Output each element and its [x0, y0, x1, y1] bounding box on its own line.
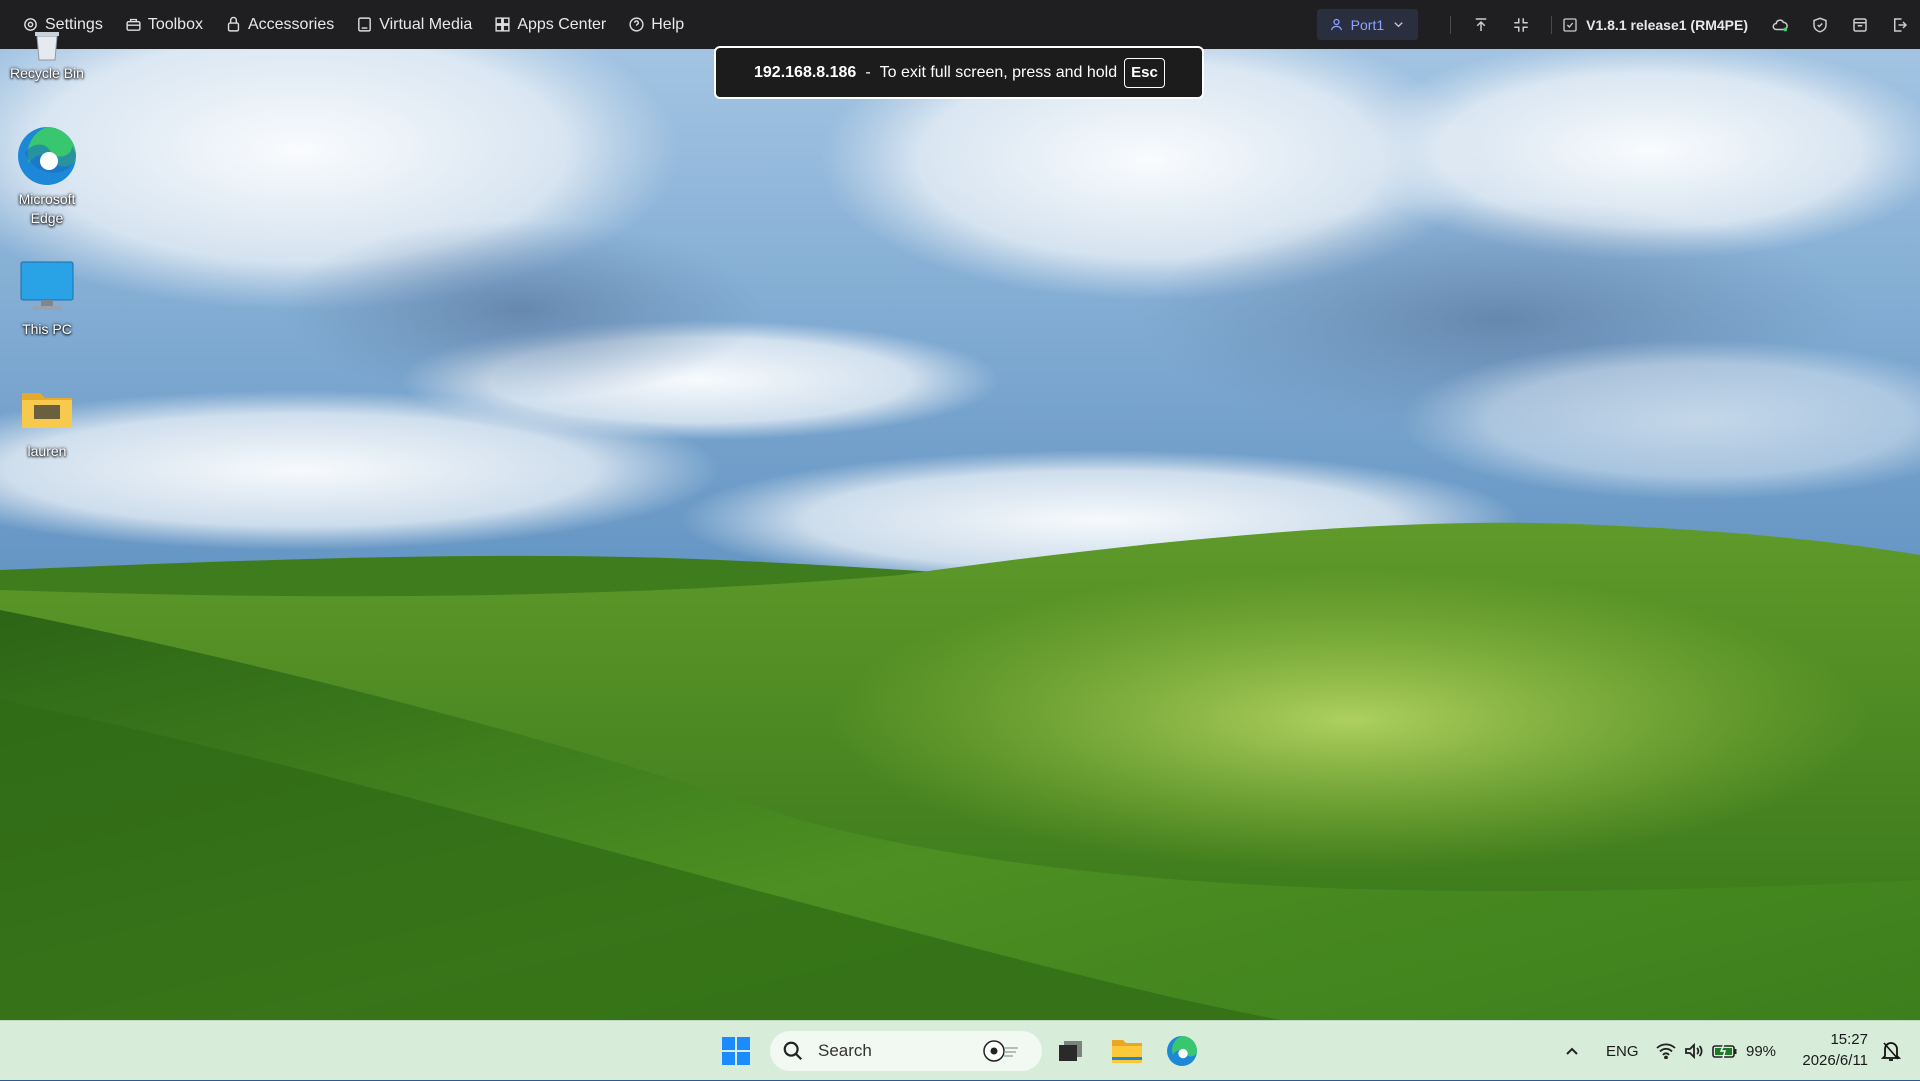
edge-icon [15, 124, 79, 188]
accessories-menu[interactable]: Accessories [225, 16, 334, 34]
desktop-icon-this-pc[interactable]: This PC [4, 254, 90, 339]
soccer-ball-icon [983, 1040, 1018, 1062]
task-view-icon [1059, 1041, 1082, 1061]
fullscreen-notice: 192.168.8.186 - To exit full screen, pre… [714, 46, 1204, 99]
version-label: V1.8.1 release1 (RM4PE) [1586, 16, 1748, 33]
taskbar-clock[interactable]: 15:27 2026/6/11 [1784, 1029, 1868, 1071]
apps-center-menu[interactable]: Apps Center [494, 16, 606, 34]
desktop-icon-edge[interactable]: Microsoft Edge [4, 124, 90, 228]
folder-icon [15, 376, 79, 440]
help-icon [629, 17, 644, 32]
monitor-icon [15, 254, 79, 318]
desktop-icon-lauren[interactable]: lauren [4, 376, 90, 461]
wifi-icon [1656, 1043, 1676, 1059]
desktop-icon-label: Microsoft Edge [18, 191, 76, 226]
accessories-icon [227, 16, 240, 32]
chevron-down-icon [1394, 22, 1403, 28]
window-button[interactable] [1840, 5, 1880, 45]
toolbox-icon [126, 18, 141, 31]
checkbox-icon [1563, 17, 1577, 32]
toolbar-divider [1551, 15, 1553, 34]
kvm-toolbar: Settings Toolbox Accessories Virtual Med… [0, 0, 1920, 49]
apps-icon [495, 17, 510, 32]
virtual-media-menu[interactable]: Virtual Media [356, 16, 472, 34]
file-explorer-icon [1112, 1040, 1142, 1063]
task-view-button[interactable] [1048, 1029, 1092, 1073]
desktop-wallpaper [0, 0, 1920, 1080]
virtual-media-icon [358, 17, 372, 32]
version-info[interactable]: V1.8.1 release1 (RM4PE) [1562, 17, 1748, 33]
toolbar-divider [1450, 15, 1452, 34]
window-icon [1853, 17, 1867, 32]
chevron-up-icon [1566, 1047, 1578, 1055]
logout-button[interactable] [1880, 5, 1920, 45]
windows-start-icon [722, 1037, 750, 1065]
accessories-label: Accessories [247, 15, 335, 33]
language-indicator[interactable]: ENG [1606, 1021, 1639, 1081]
battery-charging-icon [1712, 1043, 1737, 1059]
file-explorer-button[interactable] [1105, 1029, 1149, 1073]
quick-settings-button[interactable]: 99% [1656, 1021, 1776, 1081]
host-address: 192.168.8.186 [754, 63, 857, 81]
taskbar-search[interactable]: Search [770, 1031, 1042, 1071]
toolbox-menu[interactable]: Toolbox [125, 16, 203, 34]
desktop-icon-label: lauren [27, 443, 67, 459]
notice-message: To exit full screen, press and hold [879, 63, 1118, 81]
pin-top-button[interactable] [1461, 5, 1501, 45]
recycle-bin-icon [15, 22, 79, 62]
notifications-button[interactable] [1873, 1029, 1909, 1073]
search-icon [783, 1041, 803, 1061]
cloud-icon [1772, 18, 1788, 31]
volume-icon [1685, 1043, 1703, 1059]
desktop-icon-label: Recycle Bin [10, 65, 84, 81]
collapse-icon [1514, 17, 1528, 32]
search-placeholder: Search [818, 1041, 872, 1060]
port-label: Port1 [1350, 16, 1385, 33]
edge-icon [1167, 1036, 1197, 1066]
battery-percent: 99% [1746, 1042, 1777, 1060]
pin-top-icon [1475, 17, 1487, 31]
apps-center-label: Apps Center [517, 15, 607, 33]
show-hidden-icons-button[interactable] [1550, 1029, 1594, 1073]
help-label: Help [651, 15, 685, 33]
help-menu[interactable]: Help [628, 16, 684, 34]
virtual-media-label: Virtual Media [379, 15, 473, 33]
desktop-icon-label: This PC [22, 321, 72, 337]
notice-separator: - [865, 63, 871, 81]
start-button[interactable] [714, 1029, 758, 1073]
exit-fullscreen-button[interactable] [1501, 5, 1541, 45]
desktop-icon-recycle-bin[interactable]: Recycle Bin [4, 22, 90, 83]
shield-icon [1813, 16, 1827, 33]
cloud-status-button[interactable] [1760, 5, 1800, 45]
port-selector[interactable]: Port1 [1316, 9, 1419, 40]
clock-date: 2026/6/11 [1802, 1052, 1868, 1069]
toolbox-label: Toolbox [147, 15, 203, 33]
edge-taskbar-button[interactable] [1160, 1029, 1204, 1073]
esc-key-badge: Esc [1124, 57, 1165, 88]
bell-icon [1881, 1042, 1901, 1061]
taskbar: Search ENG 99% 15:27 2026/6/11 [0, 1020, 1920, 1080]
logout-icon [1894, 17, 1908, 32]
user-icon [1330, 18, 1342, 31]
security-button[interactable] [1800, 5, 1840, 45]
clock-time: 15:27 [1830, 1031, 1868, 1048]
